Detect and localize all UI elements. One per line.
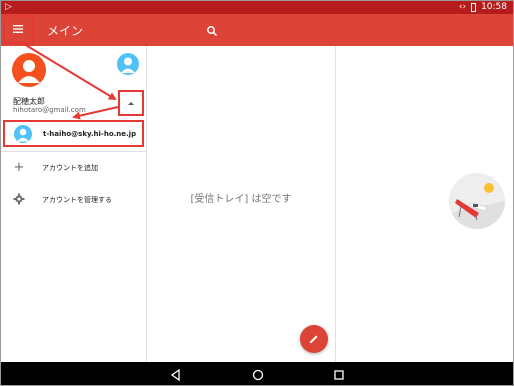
pencil-icon: [310, 335, 318, 343]
pane-divider: [335, 46, 336, 362]
screenshot-frame: ▷ ‹› 10:58 メイン 配穂太郎 hihotaro@gmail.com t…: [0, 0, 514, 386]
home-button[interactable]: [251, 367, 265, 381]
beach-chair-icon: [449, 183, 505, 229]
search-icon: [207, 26, 218, 37]
secondary-account-avatar[interactable]: [117, 53, 139, 75]
back-icon: [170, 368, 180, 382]
menu-highlight-box: [3, 15, 34, 44]
app-bar: メイン: [1, 14, 513, 46]
account-item-avatar: [14, 125, 32, 143]
clock: 10:58: [481, 2, 507, 12]
account-list-item[interactable]: t-haiho@sky.hi-ho.ne.jp: [3, 120, 144, 147]
status-bar: ▷ ‹› 10:58: [1, 1, 513, 14]
account-avatar[interactable]: [12, 53, 46, 87]
compose-button[interactable]: [300, 325, 328, 353]
drawer-divider: [1, 151, 146, 152]
chevron-up-icon: [128, 101, 134, 105]
person-icon: [121, 57, 135, 73]
add-account-item[interactable]: + アカウントを追加: [1, 154, 146, 182]
person-icon: [17, 128, 29, 142]
recents-icon: [334, 370, 344, 380]
gear-icon: [13, 193, 25, 205]
back-button[interactable]: [169, 367, 183, 382]
navigation-drawer: 配穂太郎 hihotaro@gmail.com t-haiho@sky.hi-h…: [1, 46, 147, 362]
account-item-email: t-haiho@sky.hi-ho.ne.jp: [43, 130, 137, 138]
account-email: hihotaro@gmail.com: [13, 106, 86, 114]
manage-accounts-label: アカウントを管理する: [42, 196, 112, 204]
play-store-icon: ▷: [5, 2, 12, 12]
battery-icon: [471, 2, 477, 12]
recents-button[interactable]: [332, 367, 346, 381]
add-icon: +: [13, 159, 25, 175]
sync-icon: ‹›: [458, 2, 467, 12]
search-button[interactable]: [206, 22, 222, 38]
account-switch-toggle[interactable]: [118, 90, 144, 116]
add-account-label: アカウントを追加: [42, 164, 98, 172]
app-title: メイン: [47, 24, 84, 38]
empty-inbox-message: [受信トレイ] は空です: [190, 194, 292, 205]
manage-accounts-item[interactable]: アカウントを管理する: [1, 186, 146, 214]
person-icon: [18, 60, 40, 83]
home-icon: [252, 369, 264, 381]
empty-inbox-illustration: [449, 173, 505, 229]
status-icons: ‹› 10:58: [459, 2, 507, 12]
navigation-bar: [1, 362, 513, 385]
